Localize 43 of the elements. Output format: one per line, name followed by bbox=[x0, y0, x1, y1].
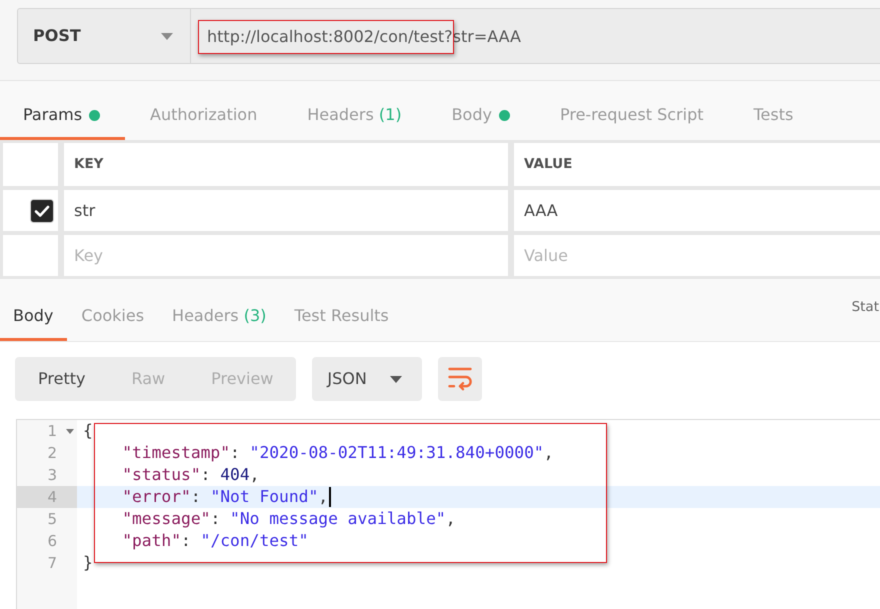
code-line: } bbox=[82, 552, 93, 574]
line-number: 4 bbox=[17, 486, 77, 508]
value-input[interactable]: Value bbox=[514, 235, 880, 276]
tab[interactable]: Headers (3) bbox=[158, 279, 280, 341]
view-mode-tab[interactable]: Raw bbox=[108, 357, 188, 401]
tab[interactable]: Test Results bbox=[280, 279, 403, 341]
code-line: "path": "/con/test" bbox=[121, 530, 308, 552]
tab[interactable]: Headers (1) bbox=[282, 81, 427, 140]
view-mode-tab[interactable]: Preview bbox=[188, 357, 296, 401]
tab[interactable]: Pre-request Script bbox=[534, 81, 728, 140]
checkbox[interactable] bbox=[30, 198, 54, 222]
tab[interactable]: Body bbox=[426, 81, 535, 140]
line-number: 1 bbox=[46, 421, 58, 442]
wrap-button[interactable] bbox=[438, 357, 482, 401]
code-line: "message": "No message available", bbox=[121, 508, 456, 530]
format-dropdown[interactable]: JSON bbox=[312, 357, 422, 401]
status-label: Stat bbox=[852, 298, 880, 317]
fold-caret-icon[interactable] bbox=[66, 428, 74, 434]
wrap-lines-icon bbox=[448, 367, 472, 391]
tab[interactable]: Tests bbox=[728, 81, 818, 140]
tab[interactable]: Cookies bbox=[67, 279, 158, 341]
tab[interactable]: Authorization bbox=[125, 81, 282, 140]
column-header: VALUE bbox=[514, 143, 880, 186]
line-number: 2 bbox=[46, 443, 58, 464]
code-line: "error": "Not Found", bbox=[121, 486, 328, 508]
key-input[interactable]: Key bbox=[64, 235, 508, 276]
code-line: "timestamp": "2020-08-02T11:49:31.840+0000", bbox=[121, 442, 554, 464]
line-number: 5 bbox=[46, 509, 58, 530]
text-cursor bbox=[329, 487, 332, 507]
table-cell: str bbox=[64, 190, 508, 231]
code-line: { bbox=[82, 420, 93, 442]
caret-icon bbox=[161, 32, 173, 40]
column-header: KEY bbox=[64, 143, 508, 186]
line-number: 7 bbox=[46, 553, 58, 574]
table-cell: AAA bbox=[514, 190, 880, 231]
line-number: 6 bbox=[46, 531, 58, 552]
code-line: "status": 404, bbox=[121, 464, 260, 486]
caret-icon bbox=[390, 376, 402, 382]
table-cell bbox=[3, 235, 58, 276]
table-cell bbox=[3, 143, 58, 186]
view-mode-tab[interactable]: Pretty bbox=[15, 357, 108, 401]
line-number: 3 bbox=[46, 465, 58, 486]
method-dropdown[interactable]: POST bbox=[17, 8, 190, 64]
